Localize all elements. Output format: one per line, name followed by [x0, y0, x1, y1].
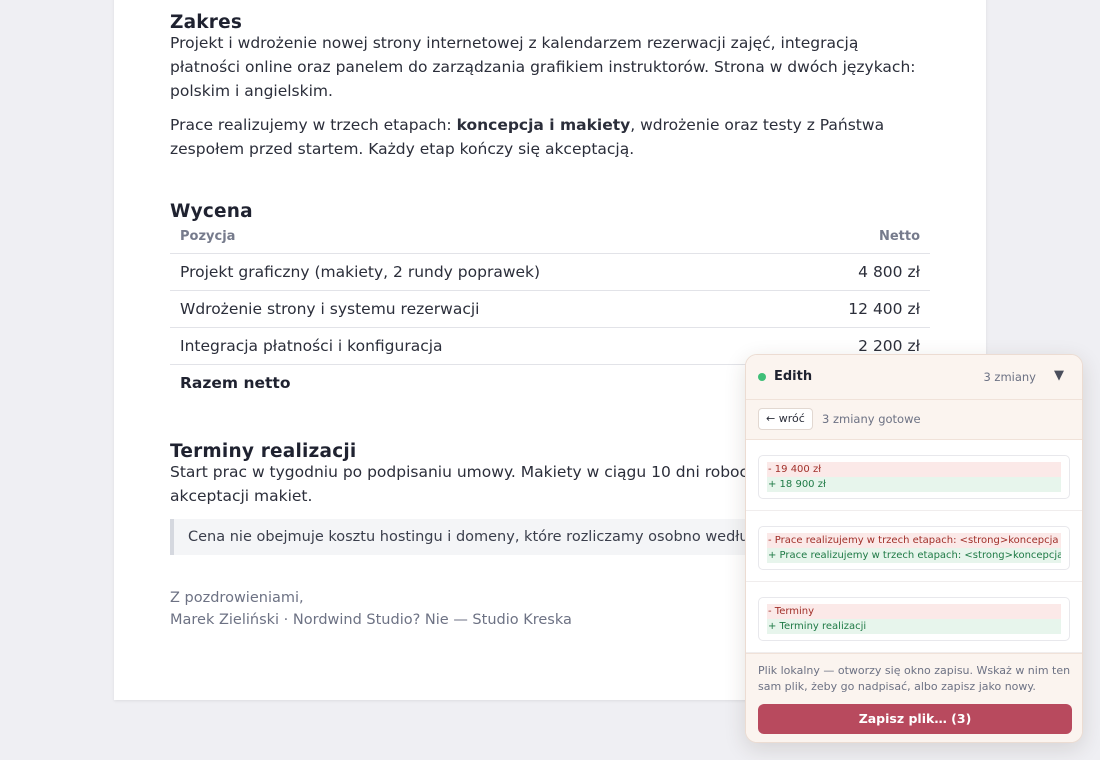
save-hint-text: Plik lokalny — otworzy się okno zapisu. …: [758, 664, 1071, 693]
panel-user-name: Edith: [774, 369, 813, 384]
signature-name: Marek Zieliński · Nordwind Studio? Nie —…: [170, 612, 572, 628]
diff-item: - Terminy + Terminy realizacji: [746, 582, 1082, 653]
diff-removed-line: - Prace realizujemy w trzech etapach: <s…: [767, 533, 1061, 548]
section-heading-terminy: Terminy realizacji: [170, 441, 357, 462]
diff-item: - 19 400 zł + 18 900 zł: [746, 440, 1082, 511]
online-status-dot: [758, 373, 766, 381]
column-header-net: Netto: [782, 227, 930, 254]
diff-box: - Terminy + Terminy realizacji: [758, 597, 1070, 641]
diff-removed-line: - 19 400 zł: [767, 462, 1061, 477]
changes-count: 3 zmiany: [983, 370, 1036, 384]
diff-box: - 19 400 zł + 18 900 zł: [758, 455, 1070, 499]
row-item: Projekt graficzny (makiety, 2 rundy popr…: [170, 253, 783, 291]
section-heading-wycena: Wycena: [170, 201, 253, 222]
diff-added-line: + Prace realizujemy w trzech etapach: <s…: [767, 548, 1061, 563]
panel-subheader: ← wróć 3 zmiany gotowe: [746, 400, 1082, 440]
stages-paragraph: Prace realizujemy w trzech etapach: konc…: [170, 113, 930, 161]
row-net: 12 400 zł: [782, 290, 930, 328]
panel-header: Edith 3 zmiany ▼: [746, 355, 1082, 400]
table-row: Wdrożenie strony i systemu rezerwacji 12…: [170, 290, 930, 328]
save-file-button[interactable]: Zapisz plik… (3): [758, 704, 1072, 734]
diff-added-line: + Terminy realizacji: [767, 619, 1061, 634]
panel-footer: Plik lokalny — otworzy się okno zapisu. …: [746, 653, 1082, 742]
diff-list: - 19 400 zł + 18 900 zł - Prace realizuj…: [746, 440, 1082, 653]
signature-greeting: Z pozdrowieniami,: [170, 590, 304, 606]
total-label: Razem netto: [180, 374, 291, 392]
back-button[interactable]: ← wróć: [758, 408, 813, 430]
ready-changes-label: 3 zmiany gotowe: [822, 412, 921, 426]
edith-changes-panel: Edith 3 zmiany ▼ ← wróć 3 zmiany gotowe …: [745, 354, 1083, 743]
diff-removed-line: - Terminy: [767, 604, 1061, 619]
stages-strong-text: koncepcja i makiety: [456, 116, 631, 134]
signature-block: Z pozdrowieniami, Marek Zieliński · Nord…: [170, 587, 572, 631]
scope-paragraph: Projekt i wdrożenie nowej strony interne…: [170, 34, 916, 100]
row-item: Integracja płatności i konfiguracja: [170, 327, 783, 365]
column-header-item: Pozycja: [170, 227, 783, 254]
table-row: Projekt graficzny (makiety, 2 rundy popr…: [170, 253, 930, 291]
collapse-toggle-icon[interactable]: ▼: [1054, 368, 1064, 383]
row-net: 4 800 zł: [782, 253, 930, 291]
diff-added-line: + 18 900 zł: [767, 477, 1061, 492]
diff-item: - Prace realizujemy w trzech etapach: <s…: [746, 511, 1082, 582]
section-heading-zakres: Zakres: [170, 12, 243, 33]
diff-box: - Prace realizujemy w trzech etapach: <s…: [758, 526, 1070, 570]
stages-text-start: Prace realizujemy w trzech etapach:: [170, 116, 457, 134]
row-item: Wdrożenie strony i systemu rezerwacji: [170, 290, 783, 328]
table-header-row: Pozycja Netto: [170, 227, 930, 254]
